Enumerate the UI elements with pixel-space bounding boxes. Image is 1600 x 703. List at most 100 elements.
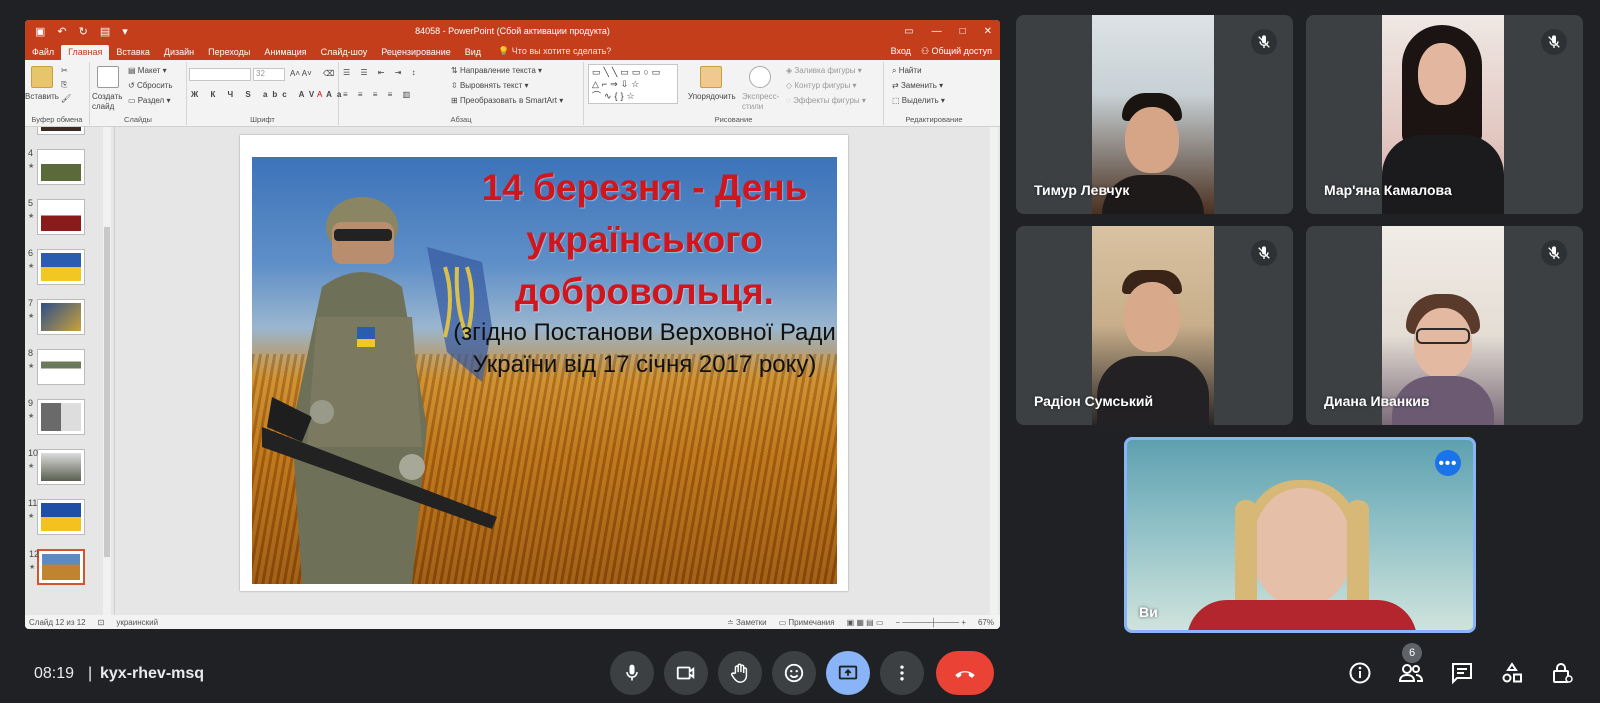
align-icons[interactable]: ≡ ≡ ≡ ≡ ▥	[343, 90, 414, 99]
view-buttons[interactable]: ▣ ▦ ▤ ▭	[847, 618, 884, 627]
participant-tile[interactable]: Радіон Сумський	[1016, 226, 1293, 425]
comments-button[interactable]: ▭ Примечания	[779, 618, 835, 627]
zoom-slider[interactable]: − ─────┼──── +	[896, 618, 966, 627]
tell-me-search[interactable]: 💡 Что вы хотите сделать?	[488, 44, 621, 60]
smartart-button[interactable]: ⊞ Преобразовать в SmartArt ▾	[451, 96, 563, 105]
find-button[interactable]: ⌕ Найти	[892, 66, 922, 76]
clear-format-icon[interactable]: ⌫	[323, 69, 334, 78]
arrange-icon[interactable]	[700, 66, 722, 88]
thumb-number: 6	[28, 248, 34, 258]
align-text-button[interactable]: ⇳ Выровнять текст ▾	[451, 81, 529, 90]
participant-tile[interactable]: Диана Иванкив	[1306, 226, 1583, 425]
ribbon-options-icon[interactable]: ▭	[904, 26, 913, 37]
shape-outline-button[interactable]: ◇ Контур фигуры ▾	[786, 81, 857, 90]
language-label[interactable]: украинский	[116, 618, 158, 627]
tab-transitions[interactable]: Переходы	[201, 45, 257, 60]
tab-home[interactable]: Главная	[61, 45, 110, 60]
slide-count: Слайд 12 из 12	[29, 617, 86, 627]
copy-icon[interactable]: ⎘	[61, 80, 67, 90]
close-icon[interactable]: ✕	[984, 26, 992, 37]
slide-thumbnail[interactable]: 10 ★	[28, 448, 85, 485]
host-controls-button[interactable]	[1546, 657, 1578, 689]
text-direction-button[interactable]: ⇅ Направление текста ▾	[451, 66, 542, 75]
select-button[interactable]: ⬚ Выделить ▾	[892, 96, 945, 105]
tab-review[interactable]: Рецензирование	[374, 45, 458, 60]
raise-hand-button[interactable]	[718, 651, 762, 695]
tab-file[interactable]: Файл	[25, 45, 61, 60]
quick-styles-button[interactable]: Экспресс-стили	[742, 92, 779, 112]
shape-effects-button[interactable]: ◌ Эффекты фигуры ▾	[786, 96, 866, 105]
section-button[interactable]: ▭ Раздел ▾	[128, 96, 170, 105]
customize-qa-icon[interactable]: ▾	[122, 25, 128, 38]
slide-thumbnail[interactable]: 11 ★	[28, 498, 85, 535]
meeting-details-button[interactable]	[1344, 657, 1376, 689]
slide-thumbnail[interactable]: 8 ★	[28, 348, 85, 385]
save-icon[interactable]: ▣	[35, 25, 45, 38]
maximize-icon[interactable]: □	[960, 26, 966, 37]
format-painter-icon[interactable]: 🖌	[61, 94, 71, 103]
end-call-button[interactable]	[936, 651, 994, 695]
people-button[interactable]	[1395, 657, 1427, 689]
new-slide-icon[interactable]	[97, 66, 119, 88]
share-button[interactable]: ⚇ Общий доступ	[921, 46, 992, 57]
sign-in-link[interactable]: Вход	[891, 46, 911, 57]
slide-thumbnail[interactable]: 7 ★	[28, 298, 85, 335]
shape-fill-button[interactable]: ◈ Заливка фигуры ▾	[786, 66, 862, 75]
arrange-button[interactable]: Упорядочить	[688, 92, 736, 101]
current-slide[interactable]: 14 березня - День українського доброволь…	[240, 135, 848, 591]
title-line-1: 14 березня - День	[481, 167, 808, 208]
mic-button[interactable]	[610, 651, 654, 695]
tab-design[interactable]: Дизайн	[157, 45, 201, 60]
shape-outline-label: Контур фигуры	[794, 81, 851, 90]
spellcheck-icon[interactable]: ⊡	[98, 618, 105, 627]
font-style-icons[interactable]: Ж К Ч S abc AV Aa	[191, 90, 346, 99]
undo-icon[interactable]: ↶	[57, 25, 66, 38]
emoji-button[interactable]	[772, 651, 816, 695]
slide-thumbnail[interactable]: 9 ★	[28, 398, 85, 435]
participant-tile[interactable]: Тимур Левчук	[1016, 15, 1293, 214]
layout-button[interactable]: ▤ Макет ▾	[128, 66, 167, 75]
slide-thumbnail-selected[interactable]: 12 ★	[29, 549, 85, 585]
slide-thumbnail[interactable]: 5 ★	[28, 198, 85, 235]
quick-styles-icon[interactable]	[749, 66, 771, 88]
font-color-icon[interactable]: A	[317, 90, 322, 99]
present-button[interactable]	[826, 651, 870, 695]
slide-thumbnail-pane[interactable]: 4 ★ 5 ★ 6 ★ 7 ★ 8 ★ 9 ★ 10 ★ 11 ★ 12 ★	[25, 127, 115, 615]
thumbnail-scrollbar[interactable]	[103, 127, 111, 615]
scroll-thumb[interactable]	[104, 227, 110, 557]
shapes-gallery[interactable]: ▭╲╲▭▭○▭ △⌐⇒⇩☆ ⌒∿{}☆	[588, 64, 678, 104]
reset-button[interactable]: ↺ Сбросить	[128, 81, 173, 90]
select-label: Выделить	[901, 96, 939, 105]
thumb-image	[41, 153, 81, 181]
minimize-icon[interactable]: —	[932, 26, 942, 37]
notes-button[interactable]: ≐ Заметки	[727, 618, 767, 627]
camera-button[interactable]	[664, 651, 708, 695]
tab-view[interactable]: Вид	[458, 45, 488, 60]
cut-icon[interactable]: ✂	[61, 66, 68, 75]
present-from-start-icon[interactable]: ▤	[100, 25, 110, 38]
redo-icon[interactable]: ↻	[79, 25, 88, 38]
slide-thumbnail[interactable]	[37, 127, 85, 135]
editor-scrollbar[interactable]	[990, 127, 998, 615]
font-family-select[interactable]	[189, 68, 251, 81]
new-slide-button[interactable]: Создать слайд	[92, 92, 126, 112]
participant-tile[interactable]: Мар'яна Камалова	[1306, 15, 1583, 214]
activities-button[interactable]	[1496, 657, 1528, 689]
self-video-tile[interactable]: Ви •••	[1124, 437, 1476, 633]
chat-button[interactable]	[1446, 657, 1478, 689]
replace-button[interactable]: ⇄ Заменить ▾	[892, 81, 943, 90]
grow-font-icon[interactable]: A˄ A˅	[290, 69, 312, 78]
paste-button[interactable]: Вставить	[25, 92, 59, 101]
slide-thumbnail[interactable]: 6 ★	[28, 248, 85, 285]
tab-insert[interactable]: Вставка	[109, 45, 156, 60]
tab-slideshow[interactable]: Слайд-шоу	[314, 45, 375, 60]
font-size-select[interactable]: 32	[253, 68, 285, 81]
video-detail	[1418, 43, 1466, 105]
paste-icon[interactable]	[31, 66, 53, 88]
more-options-icon[interactable]: •••	[1435, 450, 1461, 476]
bullets-icon[interactable]: ☰ ☰ ⇤ ⇥ ↕	[343, 68, 420, 77]
more-options-button[interactable]	[880, 651, 924, 695]
zoom-level[interactable]: 67%	[978, 618, 994, 627]
slide-thumbnail[interactable]: 4 ★	[28, 148, 85, 185]
tab-animations[interactable]: Анимация	[257, 45, 313, 60]
